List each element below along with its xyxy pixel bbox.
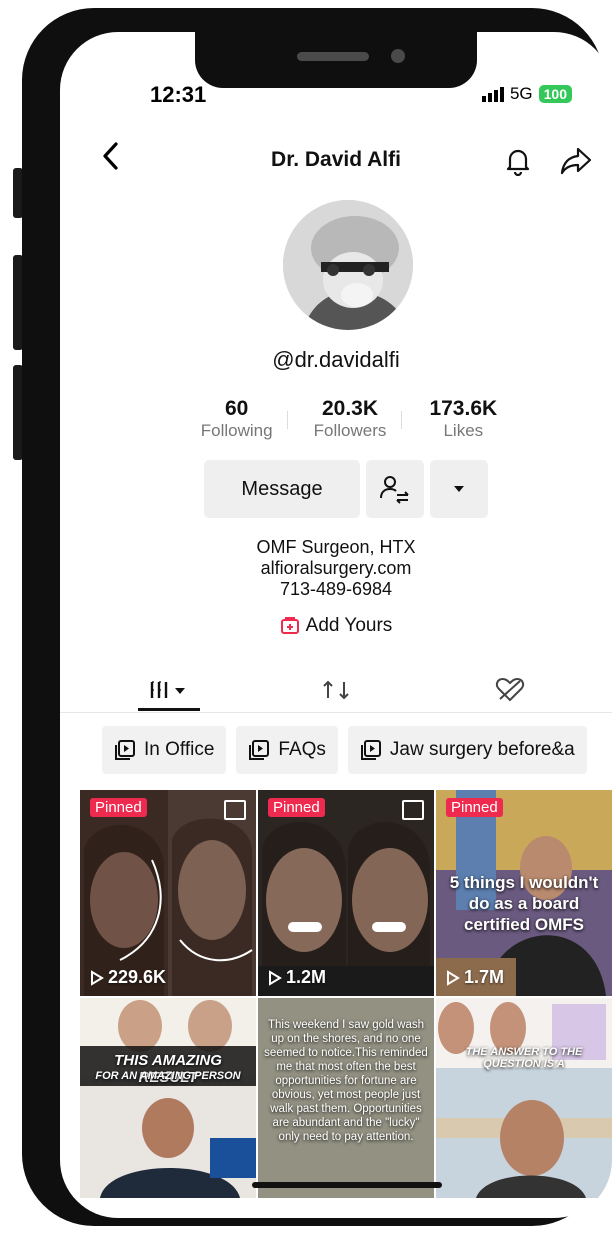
content-tabs	[60, 668, 612, 713]
profile-handle: @dr.davidalfi	[272, 347, 400, 372]
pinned-badge: Pinned	[446, 798, 503, 817]
playlist-icon	[115, 740, 135, 760]
view-count: 229.6K	[90, 967, 166, 988]
photo-icon	[402, 800, 424, 820]
photo-icon	[224, 800, 246, 820]
video-thumbnail	[258, 790, 434, 996]
bio-phone: 713-489-6984	[279, 579, 393, 599]
network-type: 5G	[509, 84, 533, 103]
stat-divider	[287, 411, 288, 429]
profile-actions: Message	[204, 460, 488, 518]
front-camera	[391, 49, 405, 63]
add-yours-label: Add Yours	[305, 615, 393, 636]
playlist-chip[interactable]: Jaw surgery before&a	[347, 726, 587, 774]
video-tile[interactable]: THIS AMAZING RESULT FOR AN AMAZING PERSO…	[80, 998, 256, 1198]
avatar[interactable]	[283, 200, 413, 330]
video-tile[interactable]: Pinned 1.2M	[258, 790, 434, 996]
video-caption: THE ANSWER TO THE QUESTION IS A	[465, 1046, 583, 1070]
view-count: 1.2M	[268, 967, 326, 988]
playlist-icon	[249, 740, 270, 760]
tab-reposts[interactable]	[244, 668, 428, 712]
pinned-badge: Pinned	[90, 798, 147, 817]
signal-icon	[481, 86, 504, 102]
friend-button[interactable]	[366, 460, 424, 518]
status-time: 12:31	[150, 82, 207, 107]
add-yours-icon	[280, 617, 299, 634]
tab-videos[interactable]	[78, 668, 262, 712]
video-tile[interactable]: Pinned 5 things I wouldn't do as a board…	[436, 790, 612, 996]
stat-divider	[401, 411, 402, 429]
profile-bio: OMF Surgeon, HTX alfioralsurgery.com 713…	[60, 537, 612, 600]
bio-line: OMF Surgeon, HTX	[256, 537, 416, 557]
view-count: 1.7M	[446, 967, 504, 988]
active-tab-indicator	[138, 708, 200, 711]
video-thumbnail	[80, 790, 256, 996]
caret-down-icon	[454, 486, 464, 492]
share-icon[interactable]	[560, 146, 592, 181]
profile-stats: 60 Following 20.3K Followers 173.6K Likes	[180, 397, 520, 441]
bell-icon[interactable]	[504, 146, 532, 181]
bio-link[interactable]: alfioralsurgery.com	[60, 558, 612, 579]
video-tile[interactable]: Pinned 229.6K	[80, 790, 256, 996]
stat-followers[interactable]: 20.3K Followers	[293, 397, 406, 441]
top-bar: Dr. David Alfi	[60, 140, 612, 182]
stat-likes[interactable]: 173.6K Likes	[407, 397, 520, 441]
playlist-chips: In Office FAQs Jaw surgery before&a	[102, 726, 587, 774]
notch	[195, 32, 477, 88]
person-swap-icon	[380, 476, 409, 504]
play-icon	[447, 969, 460, 986]
phone-frame: 12:31 5G 100 Dr. David Alfi @dr.davidalf…	[22, 8, 612, 1226]
tab-liked[interactable]	[418, 668, 602, 712]
pinned-badge: Pinned	[268, 798, 325, 817]
video-thumbnail	[436, 998, 612, 1198]
playlist-icon	[360, 740, 381, 760]
video-caption: 5 things I wouldn't do as a board certif…	[449, 873, 599, 934]
playlist-chip[interactable]: FAQs	[236, 726, 338, 774]
speaker	[297, 52, 369, 61]
video-tile[interactable]: This weekend I saw gold wash up on the s…	[258, 998, 434, 1198]
play-icon	[91, 969, 104, 986]
add-yours-link[interactable]: Add Yours	[60, 615, 612, 637]
video-tile[interactable]: THE ANSWER TO THE QUESTION IS A	[436, 998, 612, 1198]
video-caption: This weekend I saw gold wash up on the s…	[264, 1019, 428, 1143]
more-dropdown-button[interactable]	[430, 460, 488, 518]
battery-icon: 100	[538, 85, 572, 103]
playlist-chip[interactable]: In Office	[102, 726, 227, 774]
grid-icon	[150, 681, 185, 698]
home-indicator[interactable]	[252, 1182, 442, 1188]
screen: 12:31 5G 100 Dr. David Alfi @dr.davidalf…	[60, 32, 612, 1218]
play-icon	[269, 969, 282, 986]
video-thumbnail	[80, 998, 256, 1198]
repost-icon	[323, 680, 349, 700]
video-caption-sub: FOR AN AMAZING PERSON	[95, 1070, 241, 1082]
status-indicators: 5G 100	[481, 84, 572, 104]
liked-hidden-icon	[495, 677, 525, 702]
stat-following[interactable]: 60 Following	[180, 397, 293, 441]
message-button[interactable]: Message	[204, 460, 360, 518]
